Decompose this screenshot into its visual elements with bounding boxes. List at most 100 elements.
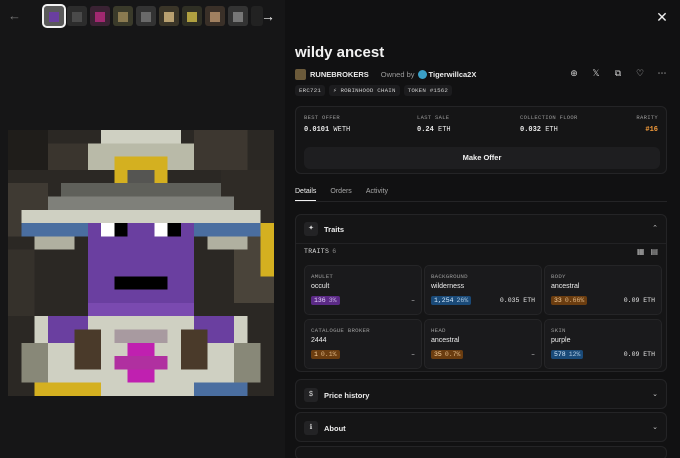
chevron-down-icon[interactable]: ⌄ (652, 423, 658, 431)
ownership-row: RUNEBROKERS Owned by Tigerwillca2X (295, 68, 476, 80)
globe-icon[interactable]: ⊕ (568, 68, 580, 79)
x-icon[interactable]: 𝕏 (590, 68, 602, 79)
view-toggle: ▦ ▤ (637, 247, 658, 256)
collection-link[interactable]: RUNEBROKERS (310, 70, 369, 79)
rarity-value[interactable]: #16 (636, 126, 658, 134)
chevron-up-icon[interactable]: ⌃ (652, 224, 658, 232)
trait-type: HEAD (431, 327, 446, 334)
trait-value: occult (311, 283, 330, 290)
list-view-icon[interactable]: ▤ (650, 247, 658, 256)
more-icon[interactable]: ⋯ (656, 68, 668, 79)
action-icons: ⊕ 𝕏 ⧉ ♡ ⋯ (568, 68, 668, 79)
last-sale-value: 0.24 (417, 126, 434, 134)
make-offer-button[interactable]: Make Offer (304, 147, 660, 169)
price-history-section[interactable]: $ Price history ⌄ (295, 379, 667, 409)
traits-count-value: 6 (332, 248, 337, 255)
thumbnail[interactable] (90, 6, 110, 26)
trait-value: wilderness (431, 283, 465, 290)
owner-link[interactable]: Tigerwillca2X (429, 70, 477, 79)
nft-artwork (8, 130, 274, 396)
best-offer-value: 0.0101 (304, 126, 330, 134)
floor-value: 0.032 (520, 126, 542, 134)
thumbnail[interactable] (228, 6, 248, 26)
token-tag: TOKEN #1562 (403, 85, 453, 96)
trait-type: AMULET (311, 273, 334, 280)
grid-view-icon[interactable]: ▦ (637, 247, 645, 256)
thumbnail[interactable] (159, 6, 179, 26)
trait-count-badge: 1,254 26% (431, 296, 472, 305)
traits-section: ✦ Traits ⌃ TRAITS 6 ▦ ▤ AMULET occult 136… (295, 214, 667, 372)
last-sale-stat: LAST SALE 0.24 ETH (417, 114, 451, 134)
tabs-divider (295, 201, 667, 202)
trait-floor-price: 0.09 ETH (623, 297, 655, 304)
trait-value: purple (551, 337, 571, 344)
standard-tag: ERC721 (295, 85, 326, 96)
last-sale-label: LAST SALE (417, 114, 450, 121)
trait-card[interactable]: HEAD ancestral 35 0.7% – (424, 319, 542, 369)
chain-tag: ⚡ ROBINHOOD CHAIN (329, 85, 400, 96)
last-sale-unit: ETH (438, 126, 451, 134)
floor-stat: COLLECTION FLOOR 0.032 ETH (520, 114, 578, 134)
thumbnail[interactable] (42, 4, 66, 28)
trait-floor-price: – (411, 297, 415, 304)
thumbnail[interactable] (136, 6, 156, 26)
traits-title: Traits (324, 225, 345, 234)
floor-unit: ETH (545, 126, 558, 134)
price-history-title: Price history (324, 391, 370, 400)
trait-count-badge: 33 0.66% (551, 296, 588, 305)
trait-value: ancestral (431, 337, 460, 344)
trait-floor-price: 0.09 ETH (623, 351, 655, 358)
trait-card[interactable]: BODY ancestral 33 0.66% 0.09 ETH (544, 265, 662, 315)
trait-type: BACKGROUND (431, 273, 468, 280)
trait-count-badge: 578 12% (551, 350, 584, 359)
trait-card[interactable]: AMULET occult 136 3% – (304, 265, 422, 315)
chevron-down-icon[interactable]: ⌄ (652, 390, 658, 398)
floor-label: COLLECTION FLOOR (520, 114, 578, 121)
info-icon: ℹ (304, 421, 318, 435)
trait-count-badge: 1 0.1% (311, 350, 340, 359)
tab-details[interactable]: Details (295, 188, 317, 201)
traits-divider (296, 243, 666, 244)
best-offer-stat: BEST OFFER 0.0101 WETH (304, 114, 350, 134)
tab-orders[interactable]: Orders (330, 188, 351, 201)
trait-type: CATALOGUE BROKER (311, 327, 370, 334)
rarity-stat: RARITY #16 (636, 114, 658, 134)
trait-card[interactable]: SKIN purple 578 12% 0.09 ETH (544, 319, 662, 369)
thumbnail[interactable] (182, 6, 202, 26)
owned-by-label: Owned by (380, 69, 415, 79)
heart-icon[interactable]: ♡ (634, 68, 646, 79)
thumbnail-strip (42, 4, 263, 28)
arrow-right-icon[interactable]: → (261, 9, 275, 23)
details-panel: ✕ wildy ancest RUNEBROKERS Owned by Tige… (285, 0, 680, 458)
thumbnail[interactable] (67, 6, 87, 26)
thumbnail-bar: ← → (0, 0, 285, 34)
trait-card[interactable]: CATALOGUE BROKER 2444 1 0.1% – (304, 319, 422, 369)
best-offer-label: BEST OFFER (304, 114, 341, 121)
about-title: About (324, 424, 346, 433)
trait-floor-price: 0.035 ETH (499, 297, 535, 304)
next-section-peek (295, 446, 667, 458)
detail-tabs: Details Orders Activity (295, 188, 388, 201)
close-icon[interactable]: ✕ (654, 9, 670, 25)
image-panel: ← → (0, 0, 285, 458)
traits-count-label: TRAITS (304, 248, 330, 255)
rarity-label: RARITY (636, 114, 658, 121)
sparkle-icon: ✦ (304, 222, 318, 236)
owner-avatar (417, 69, 427, 79)
dollar-icon: $ (304, 388, 318, 402)
trait-count-badge: 136 3% (311, 296, 340, 305)
trait-value: 2444 (311, 337, 327, 344)
thumbnail[interactable] (113, 6, 133, 26)
trait-card[interactable]: BACKGROUND wilderness 1,254 26% 0.035 ETH (424, 265, 542, 315)
offer-box: BEST OFFER 0.0101 WETH LAST SALE 0.24 ET… (295, 106, 667, 174)
thumbnail[interactable] (205, 6, 225, 26)
traits-count: TRAITS 6 (304, 248, 336, 255)
traits-header[interactable]: ✦ Traits ⌃ (296, 215, 666, 243)
tag-row: ERC721 ⚡ ROBINHOOD CHAIN TOKEN #1562 (295, 85, 453, 96)
arrow-left-icon[interactable]: ← (8, 9, 22, 23)
nft-title: wildy ancest (295, 44, 385, 61)
trait-floor-price: – (411, 351, 415, 358)
about-section[interactable]: ℹ About ⌄ (295, 412, 667, 442)
tab-activity[interactable]: Activity (366, 188, 388, 201)
copy-icon[interactable]: ⧉ (612, 68, 624, 79)
